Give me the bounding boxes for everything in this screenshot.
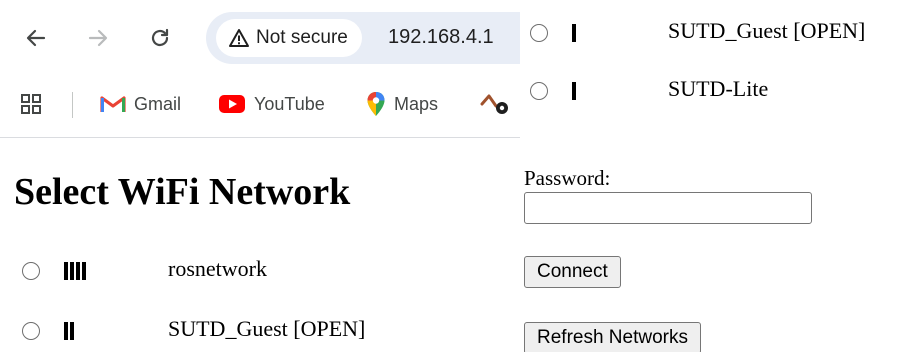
network-row: SUTD_Guest [OPEN]	[530, 18, 906, 48]
bookmark-label: Maps	[394, 93, 439, 114]
network-radio[interactable]	[22, 322, 40, 340]
network-row: rosnetwork	[22, 256, 520, 286]
apps-grid-icon	[21, 94, 41, 114]
youtube-icon	[219, 95, 245, 113]
browser-toolbar: Not secure 192.168.4.1	[0, 0, 520, 82]
network-radio[interactable]	[530, 82, 548, 100]
password-input[interactable]	[524, 192, 812, 224]
signal-strength-icon	[64, 262, 86, 280]
browser-window-left: Not secure 192.168.4.1 Gmail YouTube Map…	[0, 0, 520, 352]
address-bar[interactable]: Not secure 192.168.4.1	[206, 12, 520, 64]
security-label: Not secure	[256, 27, 348, 48]
network-ssid: rosnetwork	[168, 256, 267, 281]
extension-icon	[480, 94, 508, 114]
bookmark-maps[interactable]: Maps	[366, 88, 438, 120]
gmail-icon	[100, 96, 126, 112]
signal-strength-icon	[64, 322, 74, 340]
forward-arrow-icon	[88, 29, 108, 47]
password-label: Password:	[524, 166, 611, 190]
bookmark-youtube[interactable]: YouTube	[218, 88, 325, 120]
network-radio[interactable]	[530, 24, 548, 42]
apps-button[interactable]	[20, 88, 42, 120]
bookmark-label: YouTube	[254, 93, 325, 114]
bookmark-label: Gmail	[134, 93, 182, 114]
network-ssid: SUTD_Guest [OPEN]	[168, 316, 366, 341]
toolbar-divider	[0, 137, 520, 138]
network-radio[interactable]	[22, 262, 40, 280]
network-ssid: SUTD_Guest [OPEN]	[668, 18, 866, 43]
security-chip[interactable]: Not secure	[216, 19, 362, 57]
refresh-networks-button[interactable]: Refresh Networks	[524, 322, 701, 352]
maps-icon	[367, 92, 385, 116]
signal-strength-icon	[572, 24, 576, 42]
reload-icon	[151, 28, 169, 47]
network-row: SUTD_Guest [OPEN]	[22, 316, 520, 346]
bookmarks-separator	[72, 92, 73, 118]
back-button[interactable]	[18, 20, 54, 56]
extension-button[interactable]	[480, 88, 510, 120]
reload-button[interactable]	[142, 20, 178, 56]
url-text[interactable]: 192.168.4.1	[388, 26, 494, 49]
warning-triangle-icon	[229, 29, 249, 47]
signal-strength-icon	[572, 82, 576, 100]
page-title: Select WiFi Network	[14, 171, 351, 213]
forward-button[interactable]	[80, 20, 116, 56]
bookmark-gmail[interactable]: Gmail	[100, 88, 181, 120]
network-row: SUTD-Lite	[530, 76, 906, 106]
network-ssid: SUTD-Lite	[668, 76, 769, 101]
page-scrolled-right: SUTD_Guest [OPEN] SUTD-Lite Password: Co…	[520, 0, 906, 352]
connect-button[interactable]: Connect	[524, 256, 621, 288]
back-arrow-icon	[26, 29, 46, 47]
